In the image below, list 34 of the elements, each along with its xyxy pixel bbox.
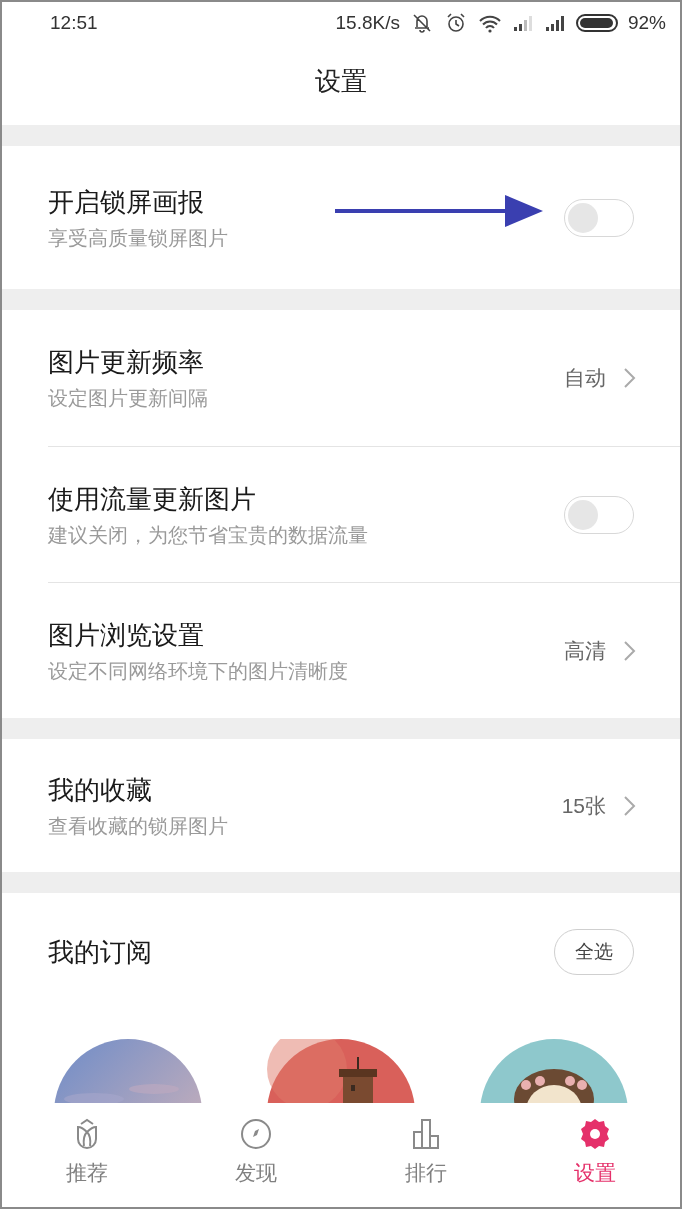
battery-level: 92% [627, 10, 666, 35]
status-time: 12:51 [50, 10, 98, 35]
setting-subtitle: 查看收藏的锁屏图片 [48, 813, 228, 839]
signal-icon [511, 13, 534, 33]
setting-title: 图片浏览设置 [48, 618, 204, 652]
setting-subtitle: 设定不同网络环境下的图片清晰度 [48, 658, 348, 684]
battery-icon [575, 13, 618, 33]
setting-title: 我的收藏 [48, 773, 152, 807]
setting-subtitle: 设定图片更新间隔 [48, 386, 208, 411]
page-title: 设置 [315, 65, 367, 98]
signal-icon [543, 13, 566, 33]
chevron-right-icon [622, 639, 636, 662]
setting-subtitle: 建议关闭，为您节省宝贵的数据流量 [48, 522, 368, 548]
select-all-button[interactable]: 全选 [554, 929, 634, 975]
section-title: 我的订阅 [48, 935, 152, 969]
setting-value: 自动 [564, 365, 606, 392]
toggle-switch[interactable] [564, 198, 634, 237]
nav-tab[interactable]: 设置 [510, 1117, 680, 1207]
settings-icon [580, 1117, 611, 1151]
chevron-right-icon [622, 367, 636, 389]
nav-tab[interactable]: 发现 [171, 1117, 341, 1207]
compass-icon [241, 1117, 272, 1151]
setting-subtitle: 享受高质量锁屏图片 [48, 225, 228, 251]
setting-value: 15张 [561, 792, 606, 819]
setting-value: 高清 [564, 637, 606, 664]
setting-title: 图片更新频率 [48, 346, 204, 379]
nav-tab[interactable]: 推荐 [2, 1117, 172, 1207]
network-speed: 15.8K/s [335, 10, 400, 35]
setting-title: 开启锁屏画报 [48, 185, 204, 219]
chevron-right-icon [622, 794, 636, 817]
bar-chart-icon [410, 1117, 441, 1151]
toggle-switch[interactable] [564, 495, 634, 534]
nav-tab[interactable]: 排行 [341, 1117, 511, 1207]
setting-title: 使用流量更新图片 [48, 482, 256, 516]
